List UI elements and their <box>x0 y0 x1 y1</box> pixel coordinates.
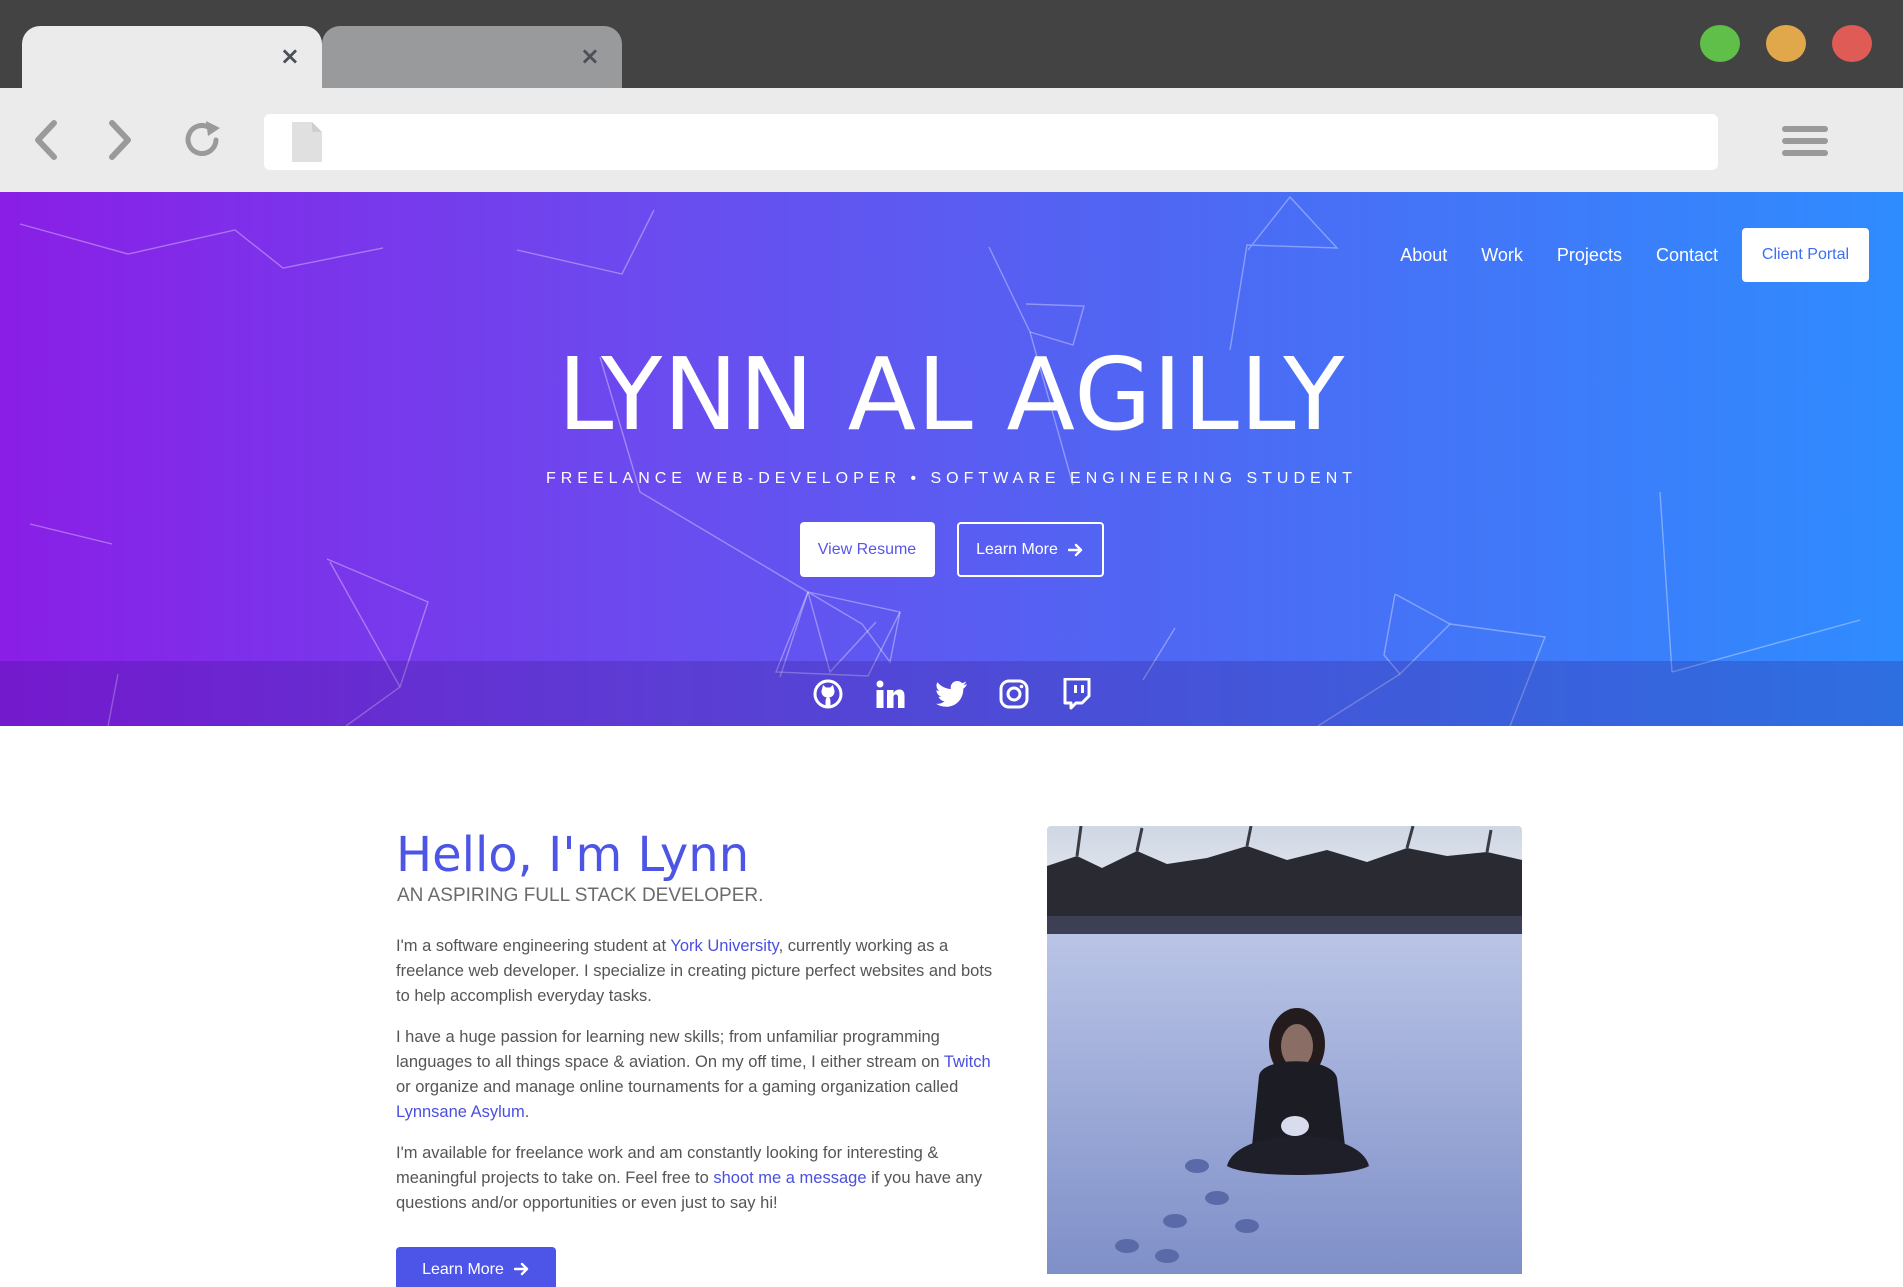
about-paragraph-1: I'm a software engineering student at Yo… <box>396 934 1006 1009</box>
window-maximize-button[interactable] <box>1700 25 1740 62</box>
profile-photo <box>1047 826 1522 1274</box>
learn-more-label: Learn More <box>976 540 1058 558</box>
about-paragraph-3: I'm available for freelance work and am … <box>396 1141 1006 1216</box>
browser-tab-active[interactable]: × <box>22 26 322 88</box>
chevron-right-icon <box>109 120 131 160</box>
twitter-icon[interactable] <box>934 676 970 712</box>
forward-button[interactable] <box>98 118 142 162</box>
nav-about[interactable]: About <box>1400 245 1447 266</box>
browser-tab-inactive[interactable]: × <box>322 26 622 88</box>
browser-toolbar <box>0 88 1903 192</box>
about-learn-more-label: Learn More <box>422 1261 504 1278</box>
about-paragraph-2: I have a huge passion for learning new s… <box>396 1025 1006 1125</box>
hero-section: About Work Projects Contact Client Porta… <box>0 192 1903 726</box>
hero-subtitle: FREELANCE WEB-DEVELOPER • SOFTWARE ENGIN… <box>545 470 1358 487</box>
about-learn-more-button[interactable]: Learn More <box>396 1247 556 1287</box>
page-icon <box>292 122 322 162</box>
arrow-right-icon <box>513 1262 529 1276</box>
browser-menu-button[interactable] <box>1780 124 1830 162</box>
view-resume-button[interactable]: View Resume <box>799 522 935 577</box>
nav-work[interactable]: Work <box>1481 245 1523 266</box>
york-university-link[interactable]: York University <box>670 937 778 955</box>
text: I have a huge passion for learning new s… <box>396 1028 944 1071</box>
hero-buttons: View Resume Learn More <box>0 522 1903 577</box>
text: . <box>524 1103 530 1121</box>
arrow-right-icon <box>1067 543 1083 556</box>
instagram-icon[interactable] <box>996 676 1032 712</box>
contact-message-link[interactable]: shoot me a message <box>713 1169 866 1187</box>
address-bar[interactable] <box>264 114 1718 170</box>
about-heading: Hello, I'm Lynn <box>396 827 750 883</box>
github-icon[interactable] <box>810 676 846 712</box>
about-tagline: AN ASPIRING FULL STACK DEVELOPER. <box>397 885 764 906</box>
tab-close-icon[interactable]: × <box>280 44 300 68</box>
window-close-button[interactable] <box>1832 25 1872 62</box>
main-nav: About Work Projects Contact Client Porta… <box>1366 228 1869 282</box>
linkedin-icon[interactable] <box>872 676 908 712</box>
reload-icon <box>185 121 220 156</box>
window-minimize-button[interactable] <box>1766 25 1806 62</box>
back-button[interactable] <box>24 118 68 162</box>
nav-projects[interactable]: Projects <box>1557 245 1622 266</box>
reload-button[interactable] <box>180 118 224 162</box>
nav-contact[interactable]: Contact <box>1656 245 1718 266</box>
text: or organize and manage online tournament… <box>396 1078 959 1096</box>
tab-close-icon[interactable]: × <box>580 44 600 68</box>
twitch-link[interactable]: Twitch <box>944 1053 991 1071</box>
client-portal-button[interactable]: Client Portal <box>1742 228 1869 282</box>
hamburger-icon <box>1782 126 1828 156</box>
hero-title: LYNN AL AGILLY <box>557 336 1346 453</box>
browser-tab-bar: × × <box>0 0 1903 88</box>
learn-more-button[interactable]: Learn More <box>956 522 1104 577</box>
social-bar <box>0 661 1903 726</box>
text: I'm a software engineering student at <box>396 937 671 955</box>
chevron-left-icon <box>35 120 57 160</box>
twitch-icon[interactable] <box>1058 676 1094 712</box>
lynnsane-asylum-link[interactable]: Lynnsane Asylum <box>396 1103 525 1121</box>
